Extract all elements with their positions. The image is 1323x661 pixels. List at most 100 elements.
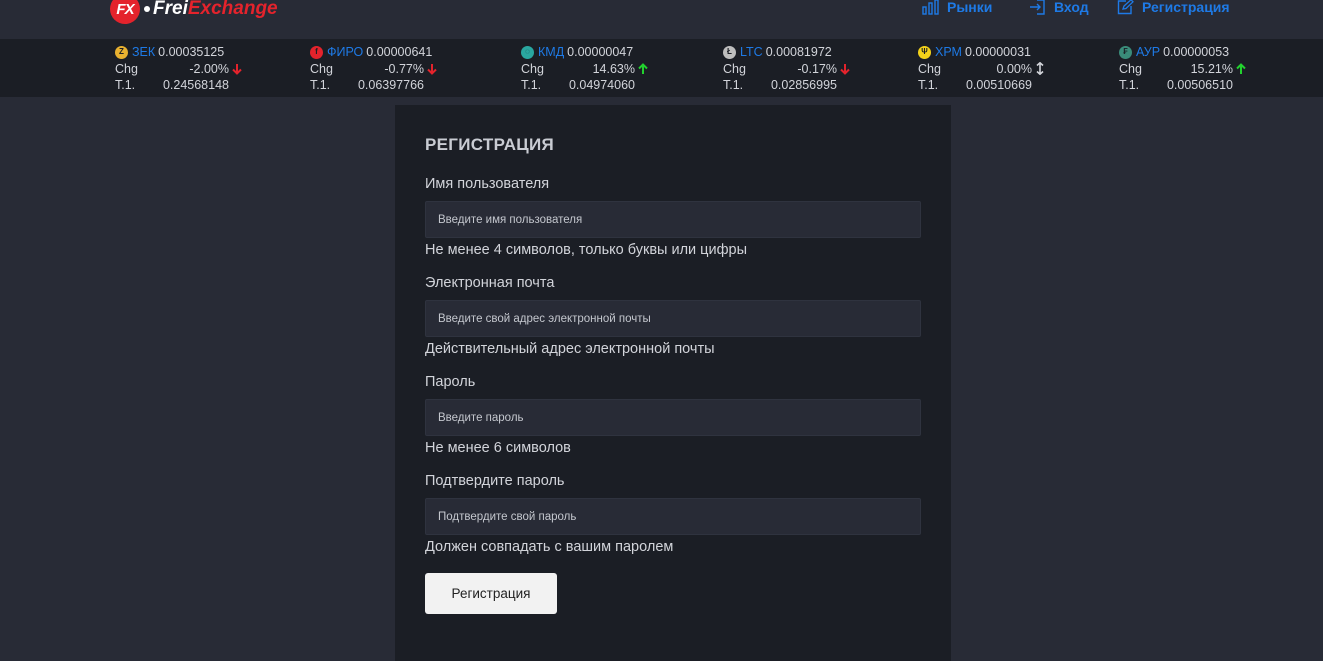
password-help: Не менее 6 символов (425, 440, 571, 456)
ticker-item[interactable]: Ł LTC 0.00081972 Chg -0.17% T.1. 0.02856995 (723, 44, 851, 94)
ticker-price: 0.00000047 (567, 45, 634, 59)
ticker-change-row: Chg -2.00% (115, 61, 243, 78)
registration-card: РЕГИСТРАЦИЯ Имя пользователя Не менее 4 … (395, 105, 951, 661)
ticker-volume-row: T.1. 0.04974060 (521, 77, 649, 94)
ticker-volume-value: 0.00510669 (965, 78, 1032, 92)
username-label: Имя пользователя (425, 176, 550, 192)
nav-login-label: Вход (1054, 0, 1089, 15)
register-submit-button[interactable]: Регистрация (425, 573, 557, 614)
ticker-header: Ł LTC 0.00081972 (723, 44, 851, 61)
logo-text-frei: Frei (153, 0, 188, 19)
nav-register-label: Регистрация (1142, 0, 1230, 15)
logo-badge: FX (110, 0, 140, 24)
ticker-volume-label: T.1. (918, 78, 939, 92)
ticker-volume-row: T.1. 0.24568148 (115, 77, 243, 94)
ticker-price: 0.00081972 (765, 45, 832, 59)
ticker-change-value: 14.63% (592, 61, 635, 76)
ticker-volume-label: T.1. (723, 78, 744, 92)
ticker-volume-value: 0.06397766 (357, 78, 424, 92)
nav-login-link[interactable]: Вход (1029, 0, 1089, 15)
ticker-change-label: Chg (521, 61, 544, 76)
ticker-change-value: -2.00% (189, 61, 229, 76)
ticker-change-value: -0.77% (384, 61, 424, 76)
ticker-volume-value: 0.00506510 (1166, 78, 1233, 92)
ticker-change-row: Chg 14.63% (521, 61, 649, 78)
email-label: Электронная почта (425, 275, 555, 291)
ticker-volume-value: 0.02856995 (770, 78, 837, 92)
xpm-coin-icon: Ψ (918, 45, 931, 59)
ticker-symbol[interactable]: LTC (740, 44, 763, 61)
ticker-change-row: Chg 15.21% (1119, 61, 1247, 78)
ticker-symbol[interactable]: АУР (1136, 44, 1160, 61)
ticker-volume-label: T.1. (115, 78, 136, 92)
ticker-symbol[interactable]: ХРМ (935, 44, 962, 61)
password-input[interactable] (425, 399, 921, 436)
ticker-volume-row: T.1. 0.00506510 (1119, 77, 1247, 94)
ticker-item[interactable]: Ψ ХРМ 0.00000031 Chg 0.00% T.1. 0.00510669 (918, 44, 1046, 94)
bar-chart-icon (922, 0, 939, 15)
ticker-bar: Z ЗЕК 0.00035125 Chg -2.00% T.1. 0.24568148 fФ… (0, 39, 1323, 97)
ticker-change-label: Chg (1119, 61, 1142, 76)
ticker-volume-row: T.1. 0.06397766 (310, 77, 438, 94)
ticker-header: ₣ АУР 0.00000053 (1119, 44, 1247, 61)
arrow-updown-icon (1034, 62, 1046, 76)
arrow-down-icon (426, 63, 438, 75)
ticker-change-label: Chg (310, 61, 333, 76)
ticker-change-value: 0.00% (996, 61, 1032, 76)
confirm-password-help: Должен совпадать с вашим паролем (425, 539, 674, 555)
arrow-down-icon (839, 63, 851, 75)
ticker-change-row: Chg 0.00% (918, 61, 1046, 78)
username-input[interactable] (425, 201, 921, 238)
ticker-volume-value: 0.24568148 (162, 78, 229, 92)
ticker-header: Z ЗЕК 0.00035125 (115, 44, 243, 61)
top-navbar: FX Frei Exchange Рынки Вход Регистрация (0, 0, 1323, 39)
arrow-up-icon (637, 62, 649, 75)
ticker-header: ◌ КМД 0.00000047 (521, 44, 649, 61)
ticker-symbol[interactable]: ФИРО (327, 44, 363, 61)
freiexchange-logo[interactable]: FX Frei Exchange (110, 0, 278, 24)
ticker-change-value: 15.21% (1190, 61, 1233, 76)
ticker-header: Ψ ХРМ 0.00000031 (918, 44, 1046, 61)
ticker-item[interactable]: ◌ КМД 0.00000047 Chg 14.63% T.1. 0.04974060 (521, 44, 649, 94)
ticker-item[interactable]: ₣ АУР 0.00000053 Chg 15.21% T.1. 0.00506510 (1119, 44, 1247, 94)
ticker-volume-label: T.1. (521, 78, 542, 92)
ticker-volume-label: T.1. (310, 78, 331, 92)
confirm-password-input[interactable] (425, 498, 921, 535)
nav-register-link[interactable]: Регистрация (1117, 0, 1230, 15)
ticker-volume-row: T.1. 0.00510669 (918, 77, 1046, 94)
ticker-change-row: Chg -0.17% (723, 61, 851, 78)
ticker-change-label: Chg (723, 61, 746, 76)
username-help: Не менее 4 символов, только буквы или ци… (425, 242, 747, 258)
ticker-price: 0.00000641 (366, 45, 433, 59)
firo-coin-icon: f (310, 45, 323, 59)
ltc-coin-icon: Ł (723, 45, 736, 59)
zec-coin-icon: Z (115, 45, 128, 59)
ticker-volume-value: 0.04974060 (568, 78, 635, 92)
email-help: Действительный адрес электронной почты (425, 341, 715, 357)
ticker-symbol[interactable]: КМД (538, 44, 564, 61)
nav-markets-link[interactable]: Рынки (922, 0, 992, 15)
confirm-password-label: Подтвердите пароль (425, 473, 565, 489)
arrow-up-icon (1235, 62, 1247, 75)
ticker-symbol[interactable]: ЗЕК (132, 44, 155, 61)
ticker-change-label: Chg (115, 61, 138, 76)
password-label: Пароль (425, 374, 476, 390)
ticker-change-value: -0.17% (797, 61, 837, 76)
nav-markets-label: Рынки (947, 0, 993, 15)
kmd-coin-icon: ◌ (521, 45, 534, 59)
aur-coin-icon: ₣ (1119, 45, 1132, 59)
ticker-price: 0.00035125 (158, 45, 225, 59)
logo-dot (144, 6, 150, 12)
ticker-item[interactable]: f ФИРО 0.00000641 Chg -0.77% T.1. 0.06397766 (310, 44, 438, 94)
ticker-volume-row: T.1. 0.02856995 (723, 77, 851, 94)
email-input[interactable] (425, 300, 921, 337)
ticker-price: 0.00000053 (1163, 45, 1230, 59)
arrow-down-icon (231, 63, 243, 75)
form-title: РЕГИСТРАЦИЯ (425, 135, 555, 154)
ticker-volume-label: T.1. (1119, 78, 1140, 92)
sign-in-icon (1030, 0, 1045, 15)
ticker-change-row: Chg -0.77% (310, 61, 438, 78)
ticker-price: 0.00000031 (964, 45, 1031, 59)
logo-text-exchange: Exchange (187, 0, 278, 19)
ticker-item[interactable]: Z ЗЕК 0.00035125 Chg -2.00% T.1. 0.24568148 (115, 44, 243, 94)
